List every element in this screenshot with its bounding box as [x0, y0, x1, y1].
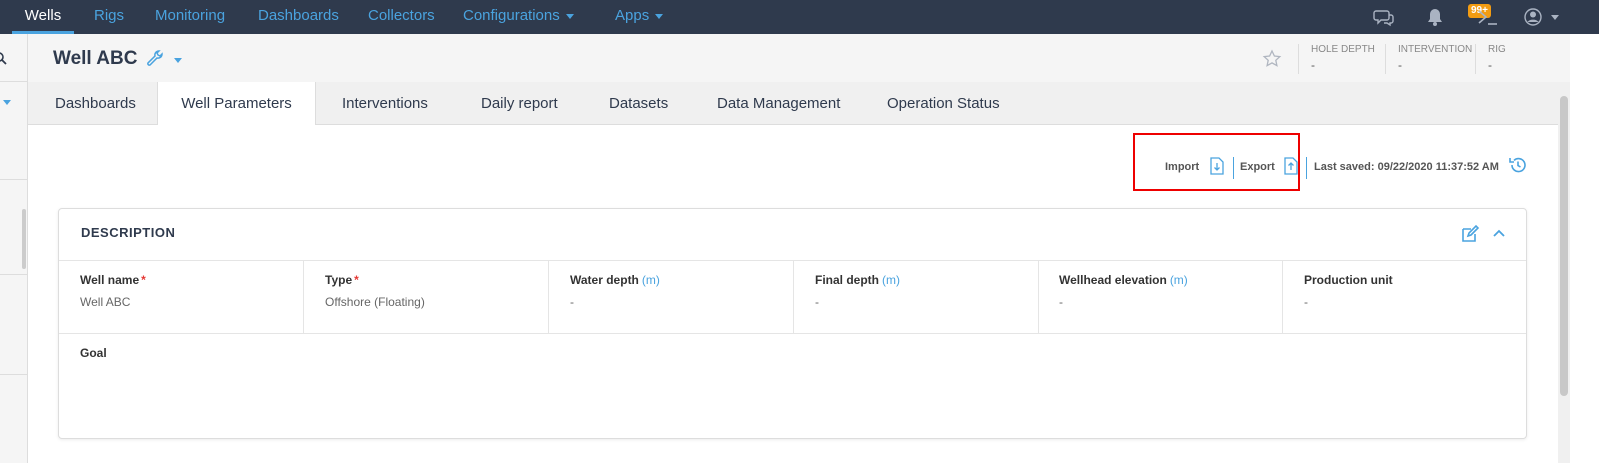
nav-item-configurations-label: Configurations: [463, 7, 560, 24]
chat-icon[interactable]: [1373, 6, 1395, 28]
field-label: Water depth (m): [570, 273, 660, 287]
field-label: Wellhead elevation (m): [1059, 273, 1188, 287]
chevron-down-icon[interactable]: [1551, 15, 1559, 20]
chevron-up-icon[interactable]: [1492, 226, 1506, 240]
field-value: Well ABC: [80, 295, 131, 309]
tab-well-parameters[interactable]: Well Parameters: [157, 82, 316, 126]
star-icon[interactable]: [1262, 49, 1282, 69]
tab-interventions[interactable]: Interventions: [342, 82, 428, 125]
last-saved-value: 09/22/2020 11:37:52 AM: [1377, 161, 1499, 173]
nav-item-monitoring[interactable]: Monitoring: [155, 0, 225, 34]
field-label: Well name *: [80, 273, 146, 287]
nav-item-wells[interactable]: Wells: [12, 0, 74, 34]
field-type: Type * Offshore (Floating): [304, 261, 549, 333]
top-navbar: Wells Rigs Monitoring Dashboards Collect…: [0, 0, 1599, 34]
nav-item-apps[interactable]: Apps: [615, 0, 664, 34]
toolbar-divider: [1306, 157, 1307, 179]
field-label: Production unit: [1304, 273, 1393, 287]
history-icon[interactable]: [1508, 155, 1528, 175]
tab-bar: Dashboards Well Parameters Interventions…: [28, 82, 1558, 126]
last-saved: Last saved: 09/22/2020 11:37:52 AM: [1314, 161, 1499, 181]
field-label: Type *: [325, 273, 359, 287]
sidebar-scrollbar[interactable]: [22, 209, 26, 269]
chevron-down-icon: [655, 13, 664, 19]
field-value: Offshore (Floating): [325, 295, 425, 309]
nav-item-apps-label: Apps: [615, 7, 650, 24]
terminal-icon[interactable]: [1476, 6, 1498, 28]
main-scrollbar[interactable]: [1558, 82, 1570, 463]
wrench-icon[interactable]: [145, 49, 165, 69]
left-sidebar-collapsed: [0, 34, 28, 463]
description-card: DESCRIPTION Well name * Well ABC Type * Of…: [58, 208, 1527, 439]
kpi-label: INTERVENTION: [1398, 44, 1473, 55]
scrollbar-thumb[interactable]: [1560, 96, 1568, 396]
kpi-value: -: [1398, 58, 1402, 72]
last-saved-label: Last saved:: [1314, 161, 1375, 173]
kpi-value: -: [1311, 58, 1315, 72]
nav-item-collectors[interactable]: Collectors: [368, 0, 435, 34]
field-value: -: [1059, 295, 1063, 309]
bell-icon[interactable]: [1424, 6, 1446, 28]
goal-label: Goal: [80, 346, 107, 360]
tab-daily-report[interactable]: Daily report: [481, 82, 558, 125]
page-title: Well ABC: [53, 48, 138, 69]
field-final-depth: Final depth (m) -: [794, 261, 1039, 333]
field-label: Final depth (m): [815, 273, 900, 287]
field-value: -: [1304, 295, 1308, 309]
field-value: -: [815, 295, 819, 309]
edit-icon[interactable]: [1460, 224, 1480, 244]
kpi-intervention: INTERVENTION -: [1385, 44, 1472, 74]
user-avatar-icon[interactable]: [1523, 6, 1545, 28]
nav-item-dashboards[interactable]: Dashboards: [258, 0, 339, 34]
right-edge: [1570, 34, 1599, 463]
tab-operation-status[interactable]: Operation Status: [887, 82, 1000, 125]
chevron-down-icon[interactable]: [174, 58, 182, 63]
kpi-label: HOLE DEPTH: [1311, 44, 1375, 55]
field-water-depth: Water depth (m) -: [549, 261, 794, 333]
chevron-down-icon: [565, 13, 574, 19]
kpi-rig: RIG -: [1475, 44, 1506, 74]
card-title: DESCRIPTION: [81, 225, 176, 240]
kpi-hole-depth: HOLE DEPTH -: [1298, 44, 1375, 74]
kpi-value: -: [1488, 58, 1492, 72]
field-value: -: [570, 295, 574, 309]
nav-item-configurations[interactable]: Configurations: [463, 0, 574, 34]
tab-datasets[interactable]: Datasets: [609, 82, 668, 125]
kpi-label: RIG: [1488, 44, 1506, 55]
tab-dashboards[interactable]: Dashboards: [55, 82, 136, 125]
search-icon[interactable]: [0, 52, 8, 66]
tab-data-management[interactable]: Data Management: [717, 82, 840, 125]
field-well-name: Well name * Well ABC: [59, 261, 304, 333]
chevron-down-icon[interactable]: [3, 100, 11, 105]
well-header: Well ABC HOLE DEPTH - INTERVENTION - RIG…: [28, 34, 1558, 82]
nav-item-rigs[interactable]: Rigs: [94, 0, 124, 34]
field-production-unit: Production unit -: [1283, 261, 1528, 333]
field-wellhead-elevation: Wellhead elevation (m) -: [1038, 261, 1283, 333]
highlight-box: [1133, 133, 1300, 191]
